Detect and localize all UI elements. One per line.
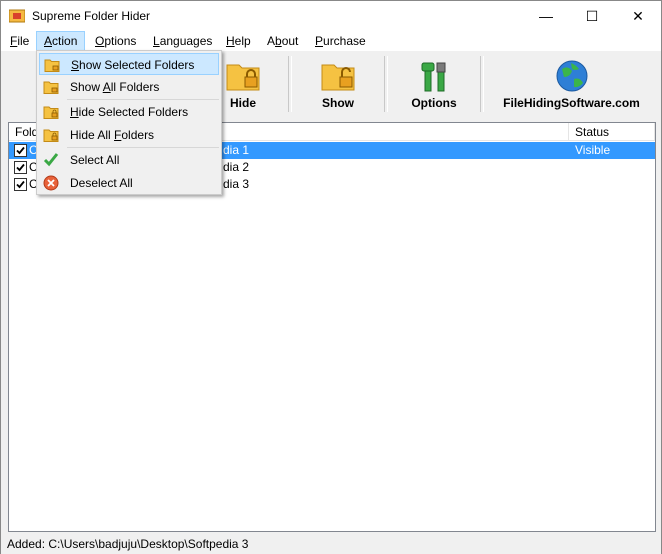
row-checkbox[interactable] xyxy=(14,161,27,174)
title-bar: Supreme Folder Hider — ☐ ✕ xyxy=(1,1,661,31)
menu-item-label: Show All Folders xyxy=(70,80,160,94)
close-button[interactable]: ✕ xyxy=(615,1,661,31)
menu-separator xyxy=(67,99,219,100)
menu-file[interactable]: File xyxy=(3,31,36,51)
window-title: Supreme Folder Hider xyxy=(32,9,151,23)
menu-item-show-all[interactable]: Show All Folders xyxy=(39,76,219,98)
folder-lock-icon xyxy=(43,106,59,119)
row-status: Visible xyxy=(575,143,611,157)
menu-item-deselect-all[interactable]: Deselect All xyxy=(39,172,219,194)
menu-item-show-selected[interactable]: Show Selected Folders xyxy=(39,53,219,75)
options-button-label: Options xyxy=(411,96,457,110)
row-name-tail: dia 2 xyxy=(223,160,250,174)
menu-item-label: Hide Selected Folders xyxy=(70,105,189,119)
row-checkbox[interactable] xyxy=(14,178,27,191)
folder-lock-icon xyxy=(226,64,260,91)
website-button-label: FileHidingSoftware.com xyxy=(503,96,640,110)
menu-help[interactable]: Help xyxy=(219,31,258,51)
deselect-icon xyxy=(43,175,59,191)
menu-item-label: Hide All Folders xyxy=(70,128,155,142)
menu-item-label: Deselect All xyxy=(70,176,133,190)
menu-item-hide-selected[interactable]: Hide Selected Folders xyxy=(39,101,219,123)
folder-unlock-icon xyxy=(44,59,60,72)
folder-lock-icon xyxy=(43,129,59,142)
show-button-label: Show xyxy=(322,96,354,110)
maximize-button[interactable]: ☐ xyxy=(569,1,615,31)
row-checkbox[interactable] xyxy=(14,144,27,157)
menu-item-select-all[interactable]: Select All xyxy=(39,149,219,171)
checkmark-icon xyxy=(43,153,59,167)
menu-about[interactable]: About xyxy=(260,31,305,51)
minimize-button[interactable]: — xyxy=(523,1,569,31)
folder-unlock-icon xyxy=(321,64,355,91)
row-name-tail: dia 1 xyxy=(223,143,250,157)
app-window: Supreme Folder Hider — ☐ ✕ File Action O… xyxy=(0,0,662,554)
menu-item-label: Select All xyxy=(70,153,120,167)
menu-languages[interactable]: Languages xyxy=(146,31,219,51)
folder-unlock-icon xyxy=(43,81,59,94)
options-button[interactable]: Options xyxy=(387,56,481,112)
menu-action[interactable]: Action xyxy=(36,31,86,51)
column-header-status[interactable]: Status xyxy=(569,123,655,141)
show-button[interactable]: Show xyxy=(291,56,385,112)
menu-options[interactable]: Options xyxy=(88,31,143,51)
menu-item-hide-all[interactable]: Hide All Folders xyxy=(39,124,219,146)
menu-bar: File Action Options Languages Help About… xyxy=(1,31,661,51)
app-icon xyxy=(9,9,25,23)
tools-icon xyxy=(421,62,446,92)
menu-purchase[interactable]: Purchase xyxy=(308,31,373,51)
row-name-tail: dia 3 xyxy=(223,177,250,191)
action-menu: Show Selected Folders Show All Folders H… xyxy=(36,50,222,195)
website-button[interactable]: FileHidingSoftware.com xyxy=(483,56,659,112)
status-bar: Added: C:\Users\badjuju\Desktop\Softpedi… xyxy=(1,535,661,554)
globe-icon xyxy=(556,60,587,92)
menu-item-label: Show Selected Folders xyxy=(71,58,195,72)
menu-separator xyxy=(67,147,219,148)
